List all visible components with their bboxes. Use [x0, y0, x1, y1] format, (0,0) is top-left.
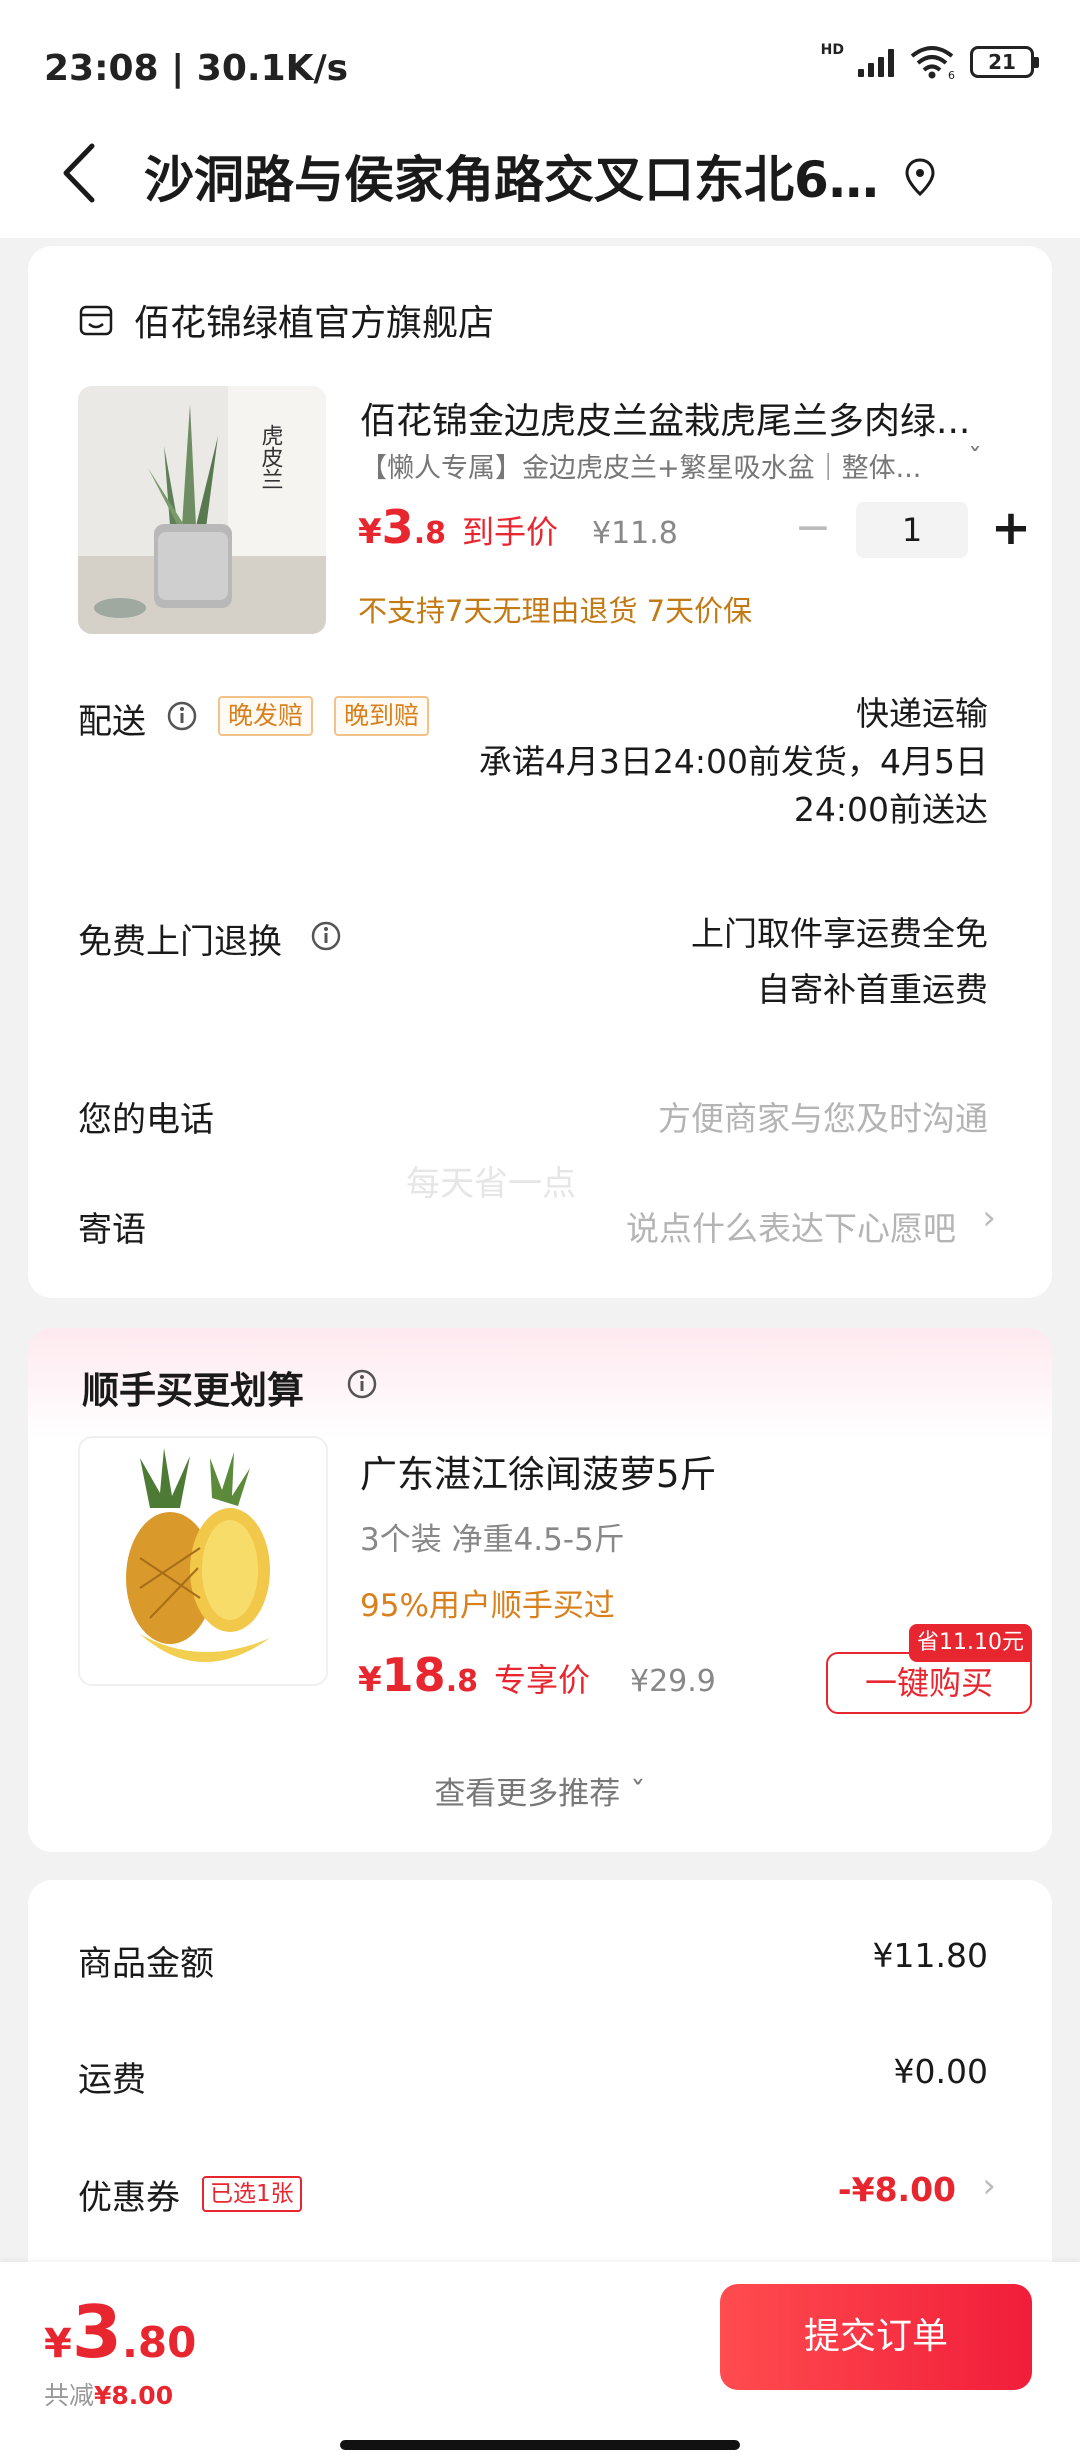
shipping-value: ¥0.00	[893, 2052, 988, 2091]
upsell-product-title[interactable]: 广东湛江徐闻菠萝5斤	[360, 1444, 717, 1498]
upsell-spec: 3个装 净重4.5-5斤	[360, 1522, 625, 1558]
chevron-right-icon[interactable]: ›	[982, 1198, 996, 1238]
location-pin-icon[interactable]	[900, 154, 940, 202]
info-icon[interactable]	[346, 1368, 378, 1400]
increase-button[interactable]: +	[986, 504, 1036, 555]
wifi-icon: 6	[910, 46, 955, 80]
free-return-line2: 自寄补首重运费	[757, 970, 988, 1009]
address-title[interactable]: 沙洞路与侯家角路交叉口东北6...	[144, 140, 884, 212]
pineapple-image[interactable]	[78, 1436, 328, 1686]
saved-value: ¥8.00	[94, 2381, 174, 2410]
price-integer: 3	[381, 500, 414, 554]
hd-label: HD	[820, 42, 844, 58]
total-decimal: .80	[121, 2318, 197, 2367]
message-input[interactable]: 说点什么表达下心愿吧	[626, 1202, 956, 1250]
total-saved: 共减¥8.00	[44, 2376, 173, 2412]
price-currency: ¥	[358, 512, 382, 552]
coupon-label: 优惠券	[78, 2178, 180, 2218]
free-return-label: 免费上门退换	[78, 922, 282, 962]
price-integer: 18	[381, 1648, 446, 1702]
saved-prefix: 共减	[44, 2381, 95, 2410]
info-icon[interactable]	[166, 700, 198, 732]
goods-amount-label: 商品金额	[78, 1944, 214, 1984]
price-decimal: .8	[413, 516, 446, 551]
home-indicator[interactable]	[340, 2440, 740, 2450]
signal-icon	[858, 47, 894, 77]
late-ship-tag: 晚发赔	[218, 696, 314, 736]
back-icon[interactable]	[50, 138, 110, 208]
store-name: 佰花锦绿植官方旗舰店	[134, 303, 495, 344]
header: 沙洞路与侯家角路交叉口东北6...	[0, 120, 1080, 238]
product-image[interactable]: 虎皮兰	[78, 386, 326, 634]
original-price: ¥29.9	[629, 1664, 716, 1699]
product-spec[interactable]: 【懒人专属】金边虎皮兰+繁星吸水盆｜整体...	[360, 446, 950, 485]
store-row[interactable]: 佰花锦绿植官方旗舰店	[78, 294, 494, 346]
decrease-button[interactable]: −	[788, 505, 838, 555]
battery-icon: 21	[970, 46, 1039, 78]
buy-wrap: 一键购买 省11.10元	[826, 1624, 1032, 1716]
product-title[interactable]: 佰花锦金边虎皮兰盆栽虎尾兰多肉绿...	[360, 392, 1000, 444]
submit-order-button[interactable]: 提交订单	[720, 2284, 1032, 2390]
total-price: ¥ 3 .80	[44, 2290, 196, 2374]
price-tag: 专享价	[493, 1661, 590, 1699]
message-label: 寄语	[78, 1210, 146, 1250]
total-currency: ¥	[44, 2321, 72, 2367]
price-tag: 到手价	[461, 513, 558, 551]
more-recommendations-link[interactable]: 查看更多推荐 ˇ	[28, 1768, 1052, 1813]
free-return-line1: 上门取件享运费全免	[691, 914, 988, 953]
product-price: ¥ 3 .8 到手价 ¥11.8	[358, 500, 678, 554]
checkout-bar: ¥ 3 .80 共减¥8.00 提交订单	[0, 2262, 1080, 2460]
original-price: ¥11.8	[591, 516, 678, 551]
upsell-price: ¥ 18 .8 专享价 ¥29.9	[358, 1648, 716, 1702]
coupon-value[interactable]: -¥8.00	[838, 2170, 956, 2209]
late-arrive-tag: 晚到赔	[334, 696, 430, 736]
save-badge: 省11.10元	[909, 1624, 1032, 1662]
info-icon[interactable]	[310, 920, 342, 952]
chevron-right-icon[interactable]: ›	[982, 2166, 996, 2206]
phone-input[interactable]: 方便商家与您及时沟通	[658, 1092, 988, 1140]
chevron-down-icon[interactable]: ˇ	[968, 442, 982, 475]
upsell-title: 顺手买更划算	[82, 1369, 304, 1412]
price-decimal: .8	[445, 1664, 478, 1699]
store-icon	[79, 305, 113, 336]
product-image-label: 虎皮兰	[258, 424, 284, 490]
delivery-label: 配送	[78, 702, 146, 742]
status-bar: 23:08 | 30.1K/s HD 6 21	[0, 0, 1080, 130]
status-time: 23:08 | 30.1K/s	[44, 48, 349, 89]
phone-label: 您的电话	[78, 1100, 214, 1140]
delivery-promise-line1: 承诺4月3日24:00前发货，4月5日	[478, 742, 988, 781]
delivery-method: 快递运输	[856, 694, 988, 733]
coupon-badge: 已选1张	[202, 2176, 302, 2212]
delivery-promise-line2: 24:00前送达	[793, 790, 988, 829]
upsell-bought: 95%用户顺手买过	[360, 1588, 615, 1624]
order-item-card: 佰花锦绿植官方旗舰店 虎皮兰 佰花锦金边虎皮兰盆栽虎尾兰多肉绿... 【懒人专属…	[28, 246, 1052, 1298]
goods-amount-value: ¥11.80	[872, 1936, 988, 1975]
wifi-badge: 6	[948, 69, 955, 80]
upsell-card: 顺手买更划算 广东湛江徐闻菠萝5斤 3个装 净重4.5-5斤 95%用户顺手买过…	[28, 1328, 1052, 1852]
return-policy: 不支持7天无理由退货 7天价保	[358, 594, 753, 628]
total-integer: 3	[71, 2290, 122, 2374]
shipping-label: 运费	[78, 2060, 146, 2100]
status-icons: HD 6 21	[820, 42, 1039, 80]
quantity-stepper: − 1 +	[788, 502, 1036, 558]
quantity-input[interactable]: 1	[856, 502, 968, 558]
watermark: 每天省一点	[406, 1164, 576, 1204]
price-currency: ¥	[358, 1660, 382, 1700]
